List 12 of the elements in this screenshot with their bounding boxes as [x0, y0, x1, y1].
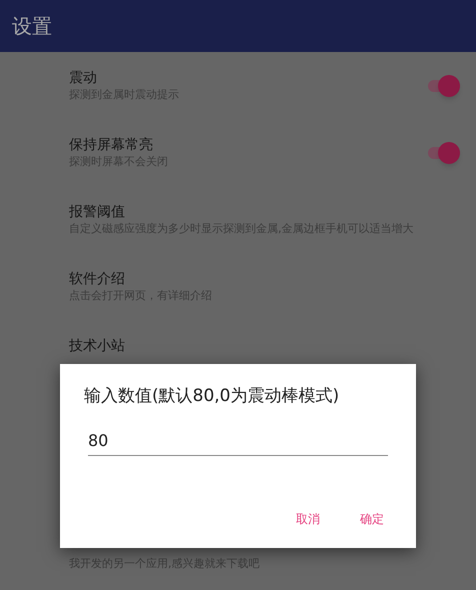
app-bar-title: 设置	[12, 13, 52, 40]
setting-title: 保持屏幕常亮	[69, 136, 154, 154]
setting-title: 技术小站	[69, 337, 126, 355]
dialog-button[interactable]: 确定	[356, 506, 388, 532]
setting-title: 软件介绍	[69, 270, 126, 288]
dialog-title: 输入数值(默认80,0为震动棒模式)	[84, 385, 340, 408]
toggle-switch[interactable]	[426, 74, 460, 98]
input-field[interactable]: 80	[88, 426, 388, 456]
toggle-switch[interactable]	[426, 141, 460, 165]
setting-title: 报警阈值	[69, 203, 126, 221]
setting-title: 震动	[69, 69, 98, 87]
dialog-button[interactable]: 取消	[292, 506, 324, 532]
